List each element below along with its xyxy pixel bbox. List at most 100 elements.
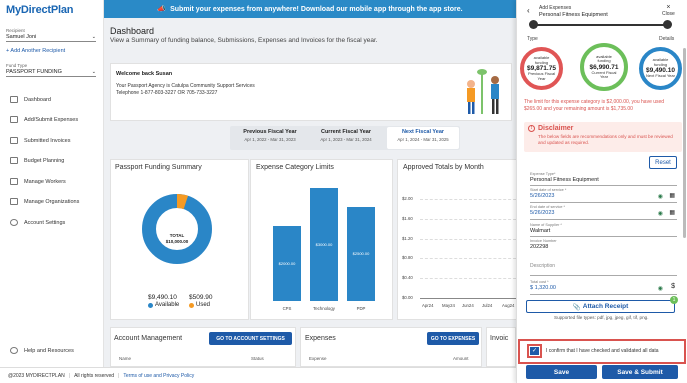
gear-icon <box>10 219 18 226</box>
account-management-title: Account Management <box>114 335 183 342</box>
invoices-title: Invoic <box>490 335 509 342</box>
sidebar-item-manage-workers[interactable]: Manage Workers <box>10 178 66 185</box>
description-field[interactable]: Description <box>530 262 677 276</box>
step-details-label: Details <box>659 36 675 42</box>
save-submit-button[interactable]: Save & Submit <box>602 365 678 379</box>
invoice-icon <box>10 137 18 144</box>
available-amount: $9,490.10 <box>148 294 177 301</box>
tab-previous-fiscal-year[interactable]: Previous Fiscal Year Apr 1, 2022 - Mar 31… <box>234 129 306 142</box>
previous-year-funding-ring: available funding $9,871.75 Previous Fisc… <box>520 47 563 90</box>
funding-summary-title: Passport Funding Summary <box>115 164 202 171</box>
y-tick-label: $0.00 <box>402 295 413 300</box>
x-tick-label: Jun24 <box>462 303 474 308</box>
invoice-number-field[interactable]: Invoice Number 202298 <box>530 239 677 253</box>
reset-button[interactable]: Reset <box>649 156 677 169</box>
app-logo[interactable]: MyDirectPlan <box>6 4 74 16</box>
sidebar-item-submitted-invoices[interactable]: Submitted Invoices <box>10 137 70 144</box>
gridline <box>420 258 516 260</box>
limit-category-label: CPS <box>282 306 292 311</box>
gridline <box>420 238 516 240</box>
col-amount: Amount <box>453 356 469 361</box>
end-date-field[interactable]: End date of service * 5/26/2023 ◉ ▦ <box>530 205 677 220</box>
sidebar: MyDirectPlan Recipient Samuel Joni ⌄ + Ad… <box>0 0 104 383</box>
terms-privacy-link[interactable]: Terms of use and Privacy Policy <box>123 373 194 379</box>
calendar-icon: ▦ <box>669 210 675 216</box>
expenses-title: Expenses <box>305 335 336 342</box>
expense-type-field[interactable]: Expense Type* Personal Fitness Equipment <box>530 172 677 186</box>
phone-text: Telephone 1-877-803-3227 OR 705-733-3227 <box>116 90 218 96</box>
x-tick-label: Jul24 <box>482 303 493 308</box>
col-status: Status <box>251 356 264 361</box>
organization-icon <box>10 198 18 205</box>
gridline <box>420 199 516 200</box>
footer: @2023 MYDIRECTPLAN | All rights reserved… <box>0 367 516 383</box>
sidebar-item-add-expenses[interactable]: Add/Submit Expenses <box>10 116 78 123</box>
page-subtitle: View a Summary of funding balance, Submi… <box>110 37 378 44</box>
limit-category-label: PDP <box>356 306 366 311</box>
panel-scrollbar[interactable] <box>683 48 686 238</box>
welcome-text: Welcome back Susan <box>116 71 173 77</box>
limit-category-label: Technology <box>313 306 335 311</box>
x-tick-label: Aug24 <box>502 303 515 308</box>
app-download-banner[interactable]: 📣 Submit your expenses from anywhere! Do… <box>104 0 516 18</box>
approved-totals-chart: $2.00 $1.60 $1.20 $0.80 $0.40 $0.00 Apr24 May24… <box>398 160 518 321</box>
tab-current-fiscal-year[interactable]: Current Fiscal Year Apr 1, 2023 - Mar 31,… <box>310 129 382 142</box>
attachment-count-badge: 1 <box>670 296 678 304</box>
account-management-card: Account Management GO TO ACCOUNT SETTING… <box>110 327 296 367</box>
expenses-card: Expenses GO TO EXPENSES Expense Amount <box>300 327 482 367</box>
close-button[interactable]: × Close <box>662 4 675 17</box>
limit-bar: $2500.00 <box>347 206 375 301</box>
footer-copyright: @2023 MYDIRECTPLAN <box>8 372 65 379</box>
add-recipient-link[interactable]: + Add Another Recipient <box>6 48 65 54</box>
dollar-icon: $ <box>671 283 675 290</box>
col-expense: Expense <box>309 356 327 361</box>
page-title: Dashboard <box>110 26 155 36</box>
sidebar-item-budget-planning[interactable]: Budget Planning <box>10 157 64 164</box>
start-date-field[interactable]: Start date of service * 5/26/2023 ◉ ▦ <box>530 188 677 203</box>
total-cost-field[interactable]: Total cost * $ 1,320.00 ◉ $ <box>530 280 677 295</box>
sidebar-item-manage-organizations[interactable]: Manage Organizations <box>10 198 79 205</box>
supplier-field[interactable]: Name of Supplier * Walmart <box>530 223 677 237</box>
add-expense-panel: ‹ Add Expenses Personal Fitness Equipmen… <box>516 0 687 383</box>
x-tick-label: May24 <box>442 303 455 308</box>
confirm-text: I confirm that I have checked and valida… <box>546 348 659 354</box>
go-to-account-settings-button[interactable]: GO TO ACCOUNT SETTINGS <box>209 332 292 345</box>
limit-warning-text: The limit for this expense category is $… <box>524 99 665 112</box>
attach-receipt-button[interactable]: 📎 Attach Receipt <box>526 300 675 313</box>
eye-icon: ◉ <box>657 194 663 200</box>
eye-icon: ◉ <box>657 286 663 292</box>
x-tick-label: Apr24 <box>422 303 434 308</box>
help-icon <box>10 347 18 354</box>
panel-heading: Add Expenses <box>539 5 572 11</box>
col-name: Name <box>119 356 132 361</box>
chevron-down-icon: ⌄ <box>91 34 96 40</box>
paperclip-icon: 📎 <box>572 303 581 311</box>
tab-next-fiscal-year[interactable]: Next Fiscal Year Apr 1, 2024 - Mar 31, 20… <box>387 127 459 149</box>
back-arrow-icon[interactable]: ‹ <box>527 6 530 15</box>
workers-icon <box>10 178 18 185</box>
donut-center-label: TOTAL <box>169 233 185 238</box>
donut-center-value: $10,000.00 <box>165 239 189 244</box>
panel-subheading: Personal Fitness Equipment <box>539 12 608 18</box>
current-year-funding-ring: available funding $6,990.71 Current Fisca… <box>580 43 628 91</box>
y-tick-label: $2.00 <box>402 196 413 201</box>
funding-donut-chart <box>142 194 212 264</box>
limit-bar: $2000.00 <box>273 225 301 301</box>
step-type-dot[interactable] <box>529 20 538 29</box>
fund-type-select[interactable]: PASSPORT FUNDING ⌄ <box>6 68 96 77</box>
chevron-down-icon: ⌄ <box>91 69 96 75</box>
stepper-line <box>533 24 669 26</box>
footer-rights: All rights reserved <box>74 372 115 379</box>
people-illustration <box>467 69 499 114</box>
step-details-dot[interactable] <box>663 20 672 29</box>
used-amount: $509.90 <box>189 294 213 301</box>
confirm-checkbox[interactable]: ✓ <box>530 347 539 355</box>
save-button[interactable]: Save <box>526 365 597 379</box>
agency-text: Your Passport Agency is Catulpa Communit… <box>116 83 255 89</box>
sidebar-item-account-settings[interactable]: Account Settings <box>10 219 65 226</box>
help-resources-link[interactable]: Help and Resources <box>10 347 74 354</box>
sidebar-item-dashboard[interactable]: Dashboard <box>10 96 51 103</box>
limit-bar: $3000.00 <box>310 188 338 301</box>
recipient-select[interactable]: Samuel Joni ⌄ <box>6 33 96 42</box>
go-to-expenses-button[interactable]: GO TO EXPENSES <box>427 332 479 345</box>
